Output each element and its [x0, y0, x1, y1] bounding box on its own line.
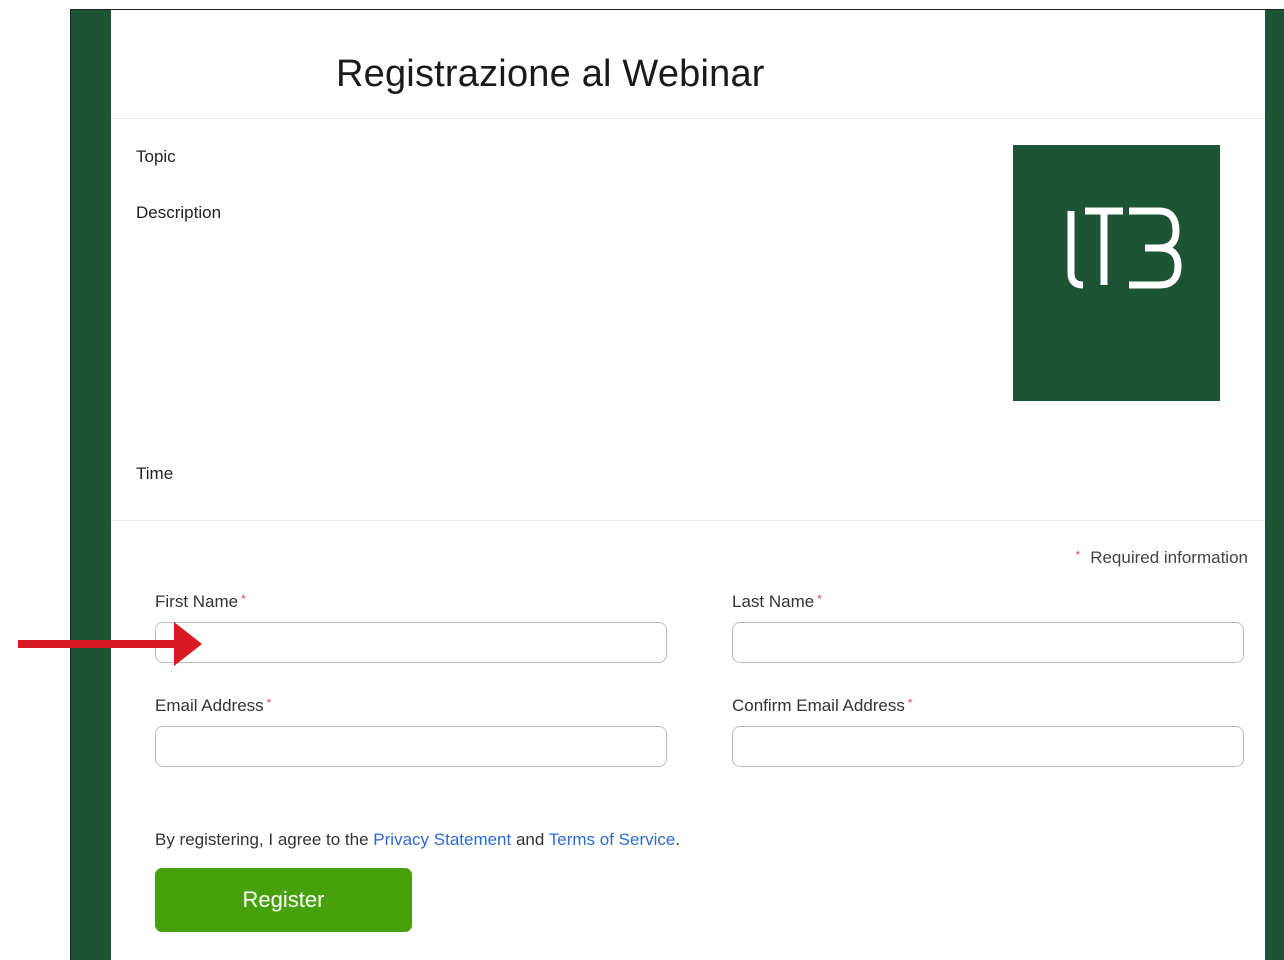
lt3-logo-icon	[1067, 207, 1182, 289]
required-asterisk: *	[241, 592, 246, 606]
required-information-note: * Required information	[1076, 548, 1248, 568]
header-divider	[111, 118, 1265, 119]
register-button[interactable]: Register	[155, 868, 412, 932]
first-name-input[interactable]	[155, 622, 667, 663]
terms-agreement: By registering, I agree to the Privacy S…	[155, 830, 680, 850]
left-brand-bar	[71, 10, 111, 960]
confirm-email-input[interactable]	[732, 726, 1244, 767]
details-divider	[111, 520, 1265, 521]
confirm-email-label: Confirm Email Address *	[732, 696, 913, 716]
topic-label: Topic	[136, 147, 176, 166]
last-name-label: Last Name *	[732, 592, 822, 612]
email-input[interactable]	[155, 726, 667, 767]
privacy-statement-link[interactable]: Privacy Statement	[373, 830, 511, 849]
agree-suffix: .	[675, 830, 681, 849]
required-note-text: Required information	[1090, 548, 1248, 567]
last-name-label-text: Last Name	[732, 592, 815, 611]
red-arrow-right-icon	[18, 622, 202, 666]
description-label: Description	[136, 203, 222, 222]
required-asterisk: *	[817, 592, 822, 606]
required-asterisk: *	[266, 696, 272, 710]
email-label-text: Email Address	[155, 696, 264, 715]
confirm-email-label-text: Confirm Email Address	[732, 696, 905, 715]
agree-prefix: By registering, I agree to the	[155, 830, 374, 849]
email-label: Email Address *	[155, 696, 271, 716]
agree-and: and	[511, 830, 549, 849]
webinar-logo	[1013, 145, 1220, 401]
terms-of-service-link[interactable]: Terms of Service	[549, 830, 676, 849]
required-asterisk: *	[907, 696, 913, 710]
required-asterisk: *	[1075, 548, 1081, 562]
last-name-input[interactable]	[732, 622, 1244, 663]
first-name-label: First Name *	[155, 592, 246, 612]
time-label: Time	[136, 464, 174, 483]
right-brand-bar	[1265, 10, 1284, 960]
page-title: Registrazione al Webinar	[336, 53, 765, 96]
first-name-label-text: First Name	[155, 592, 239, 611]
